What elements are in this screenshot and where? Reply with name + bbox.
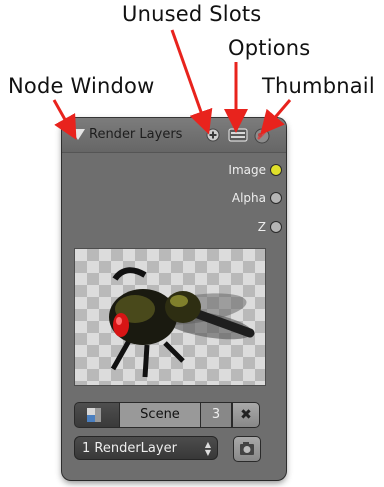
arrow-unused-slots [170,29,213,135]
arrow-thumbnail [260,99,292,135]
callout-arrows [52,29,292,140]
arrow-node-window [52,99,77,140]
